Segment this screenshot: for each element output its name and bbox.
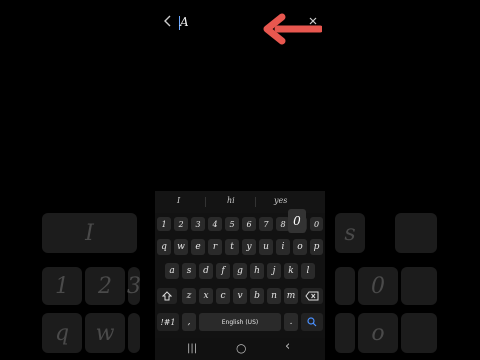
- divider: [255, 197, 256, 207]
- key-r[interactable]: r: [208, 239, 222, 255]
- key-g[interactable]: g: [233, 263, 247, 279]
- bg-key: [335, 267, 355, 305]
- key-3[interactable]: 3: [191, 217, 205, 231]
- bg-key: [335, 313, 355, 353]
- bg-key: 1: [42, 267, 82, 305]
- key-q[interactable]: q: [157, 239, 171, 255]
- back-nav-button[interactable]: ‹: [285, 340, 290, 354]
- key-e[interactable]: e: [191, 239, 205, 255]
- key-o[interactable]: o: [293, 239, 307, 255]
- key-2[interactable]: 2: [174, 217, 188, 231]
- bg-key-label: q: [54, 320, 70, 346]
- recents-button[interactable]: |||: [187, 342, 197, 356]
- key-5[interactable]: 5: [225, 217, 239, 231]
- key-x[interactable]: x: [199, 288, 213, 304]
- divider: [205, 197, 206, 207]
- back-button[interactable]: [162, 14, 176, 32]
- bg-key-label: I: [85, 220, 94, 246]
- key-4[interactable]: 4: [208, 217, 222, 231]
- key-n[interactable]: n: [267, 288, 281, 304]
- shift-button[interactable]: [157, 288, 177, 304]
- key-1[interactable]: 1: [157, 217, 171, 231]
- key-0[interactable]: 0: [310, 217, 323, 231]
- key-y[interactable]: y: [242, 239, 256, 255]
- key-m[interactable]: m: [284, 288, 298, 304]
- bg-key: 3: [127, 267, 141, 305]
- key-a[interactable]: a: [165, 263, 179, 279]
- key-z[interactable]: z: [182, 288, 196, 304]
- red-arrow-annotation: [263, 13, 322, 45]
- home-button[interactable]: ○: [236, 341, 246, 355]
- key-i[interactable]: i: [276, 239, 290, 255]
- key-f[interactable]: f: [216, 263, 230, 279]
- suggestion-item[interactable]: hi: [227, 196, 235, 205]
- bg-key: [401, 267, 437, 305]
- period-key[interactable]: .: [284, 313, 298, 331]
- bg-key-label: 1: [55, 273, 69, 299]
- bg-key: 2: [85, 267, 125, 305]
- search-input[interactable]: A: [180, 15, 189, 29]
- bg-key-label: o: [371, 320, 385, 346]
- key-u[interactable]: u: [259, 239, 273, 255]
- bg-key-label: s: [344, 220, 356, 246]
- backspace-icon: [305, 291, 319, 301]
- bg-key: s: [335, 213, 365, 253]
- bg-key: [128, 313, 140, 353]
- bg-key: [401, 313, 437, 353]
- symbols-button[interactable]: !#1: [157, 313, 179, 331]
- bg-key-label: 3: [127, 273, 141, 299]
- key-7[interactable]: 7: [259, 217, 273, 231]
- space-bar[interactable]: English (US): [199, 313, 281, 331]
- bg-key: 0: [358, 267, 398, 305]
- search-button[interactable]: [301, 313, 323, 331]
- key-d[interactable]: d: [199, 263, 213, 279]
- suggestion-item[interactable]: I: [177, 196, 180, 205]
- key-popup: 0: [288, 209, 306, 233]
- chevron-left-icon: [164, 15, 171, 27]
- key-c[interactable]: c: [216, 288, 230, 304]
- key-l[interactable]: l: [301, 263, 315, 279]
- bg-key-label: 0: [371, 273, 385, 299]
- key-p[interactable]: p: [310, 239, 323, 255]
- suggestion-item[interactable]: yes: [274, 196, 287, 205]
- search-icon: [307, 317, 317, 327]
- bg-key: w: [85, 313, 125, 353]
- bg-key-label: 2: [98, 273, 112, 299]
- shift-icon: [162, 291, 172, 301]
- bg-key: [395, 213, 437, 253]
- navigation-bar: ||| ○ ‹: [155, 338, 325, 360]
- key-6[interactable]: 6: [242, 217, 256, 231]
- bg-suggestion: I: [42, 213, 137, 253]
- key-j[interactable]: j: [267, 263, 281, 279]
- bg-key: o: [358, 313, 398, 353]
- bg-key-label: w: [95, 320, 115, 346]
- key-b[interactable]: b: [250, 288, 264, 304]
- key-h[interactable]: h: [250, 263, 264, 279]
- key-t[interactable]: t: [225, 239, 239, 255]
- backspace-button[interactable]: [301, 288, 323, 304]
- bg-key: q: [42, 313, 82, 353]
- key-w[interactable]: w: [174, 239, 188, 255]
- key-s[interactable]: s: [182, 263, 196, 279]
- key-v[interactable]: v: [233, 288, 247, 304]
- key-k[interactable]: k: [284, 263, 298, 279]
- comma-key[interactable]: ,: [182, 313, 196, 331]
